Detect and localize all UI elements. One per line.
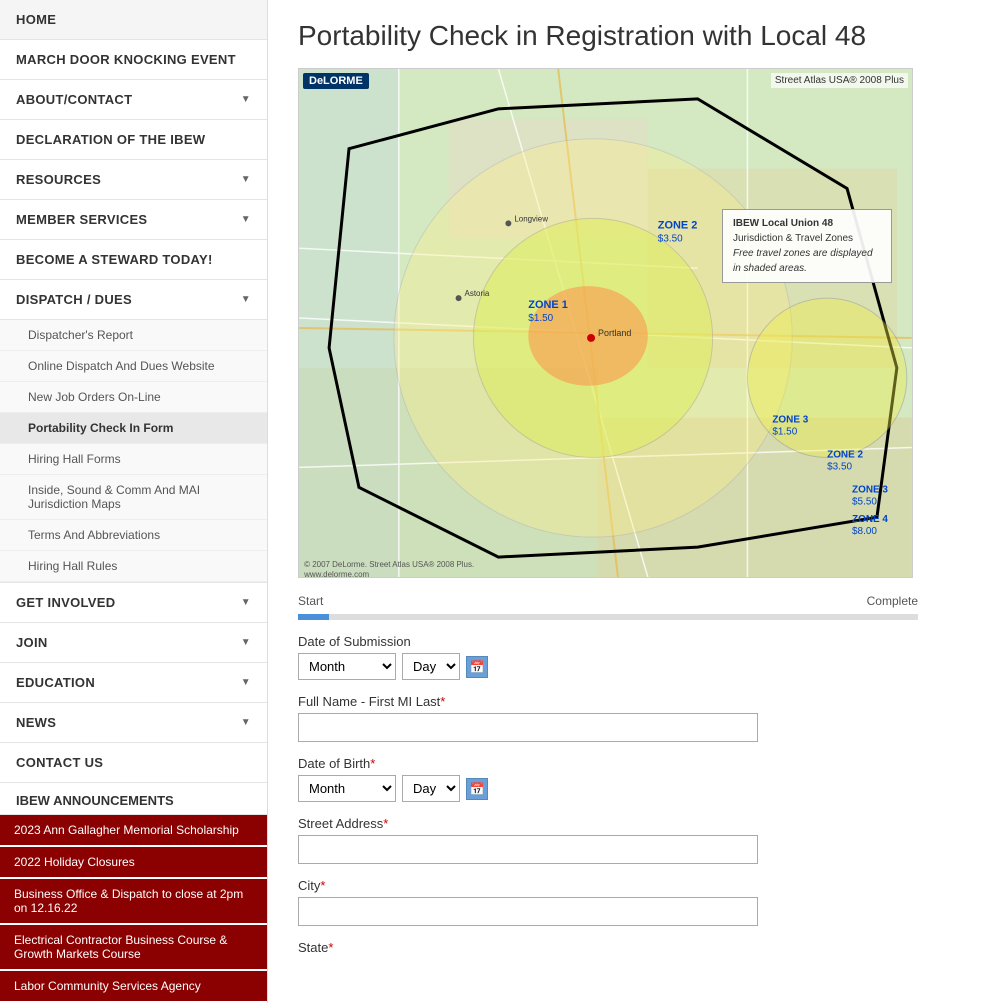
street-address-input[interactable] <box>298 835 758 864</box>
state-label: State* <box>298 940 918 955</box>
map-container: ZONE 2 $3.50 ZONE 1 $1.50 ZONE 3 $1.50 Z… <box>298 68 913 578</box>
svg-text:ZONE 2: ZONE 2 <box>827 449 863 460</box>
svg-text:$5.50: $5.50 <box>852 496 877 507</box>
sidebar-sub-dispatchers-report[interactable]: Dispatcher's Report <box>0 320 267 351</box>
progress-track <box>298 614 918 620</box>
svg-text:Portland: Portland <box>598 328 631 338</box>
sidebar-item-declaration[interactable]: DECLARATION OF THE IBEW <box>0 120 267 160</box>
sidebar-item-education[interactable]: EDUCATION ▼ <box>0 663 267 703</box>
page-title: Portability Check in Registration with L… <box>298 20 964 52</box>
sidebar-item-dispatch[interactable]: DISPATCH / DUES ▼ <box>0 280 267 320</box>
sidebar-sub-portability-check[interactable]: Portability Check In Form <box>0 413 267 444</box>
progress-end-label: Complete <box>867 594 918 608</box>
full-name-field: Full Name - First MI Last* <box>298 694 918 742</box>
ibew-announcements-heading: IBEW ANNOUNCEMENTS <box>0 783 267 815</box>
submission-day-select[interactable]: Day1234567891011121314151617181920212223… <box>402 653 460 680</box>
dob-label: Date of Birth* <box>298 756 918 771</box>
submission-calendar-icon[interactable]: 📅 <box>466 656 488 678</box>
svg-text:$1.50: $1.50 <box>772 427 797 438</box>
date-of-submission-row: MonthJanuaryFebruaryMarchAprilMayJuneJul… <box>298 653 918 680</box>
announcement-item-4[interactable]: Electrical Contractor Business Course & … <box>0 925 267 969</box>
info-box-line2: Jurisdiction & Travel Zones <box>733 233 853 244</box>
sidebar-item-member-services[interactable]: MEMBER SERVICES ▼ <box>0 200 267 240</box>
chevron-icon: ▼ <box>241 637 251 648</box>
dob-day-select[interactable]: Day1234567891011121314151617181920212223… <box>402 775 460 802</box>
svg-text:Astoria: Astoria <box>465 289 490 298</box>
sidebar-item-home[interactable]: HOME <box>0 0 267 40</box>
sidebar-sub-hiring-hall-forms[interactable]: Hiring Hall Forms <box>0 444 267 475</box>
sidebar-sub-new-job-orders[interactable]: New Job Orders On-Line <box>0 382 267 413</box>
progress-start-label: Start <box>298 594 323 608</box>
progress-fill <box>298 614 329 620</box>
chevron-icon: ▼ <box>241 94 251 105</box>
map-info-box: IBEW Local Union 48 Jurisdiction & Trave… <box>722 209 892 283</box>
sidebar-sub-hiring-hall-rules[interactable]: Hiring Hall Rules <box>0 551 267 582</box>
date-of-submission-label: Date of Submission <box>298 634 918 649</box>
announcement-item-1[interactable]: 2023 Ann Gallagher Memorial Scholarship <box>0 815 267 845</box>
city-input[interactable] <box>298 897 758 926</box>
info-box-line1: IBEW Local Union 48 <box>733 218 833 229</box>
city-label: City* <box>298 878 918 893</box>
dob-month-select[interactable]: MonthJanuaryFebruaryMarchAprilMayJuneJul… <box>298 775 396 802</box>
svg-text:$3.50: $3.50 <box>827 461 852 472</box>
svg-text:ZONE 3: ZONE 3 <box>772 415 808 426</box>
sidebar-item-join[interactable]: JOIN ▼ <box>0 623 267 663</box>
sidebar-item-get-involved[interactable]: GET INVOLVED ▼ <box>0 583 267 623</box>
main-content: Portability Check in Registration with L… <box>268 0 994 1003</box>
svg-text:ZONE 4: ZONE 4 <box>852 514 888 525</box>
announcement-item-2[interactable]: 2022 Holiday Closures <box>0 847 267 877</box>
svg-text:ZONE 2: ZONE 2 <box>658 219 698 231</box>
svg-text:$8.00: $8.00 <box>852 526 877 537</box>
chevron-icon: ▼ <box>241 677 251 688</box>
dob-calendar-icon[interactable]: 📅 <box>466 778 488 800</box>
announcement-item-5[interactable]: Labor Community Services Agency <box>0 971 267 1001</box>
sidebar-item-about[interactable]: ABOUT/CONTACT ▼ <box>0 80 267 120</box>
svg-text:ZONE 1: ZONE 1 <box>528 299 568 311</box>
progress-row: Start Complete <box>298 594 918 608</box>
full-name-input[interactable] <box>298 713 758 742</box>
street-address-field: Street Address* <box>298 816 918 864</box>
date-of-submission-field: Date of Submission MonthJanuaryFebruaryM… <box>298 634 918 680</box>
sidebar-item-steward[interactable]: BECOME A STEWARD TODAY! <box>0 240 267 280</box>
sidebar-sub-terms-abbrev[interactable]: Terms And Abbreviations <box>0 520 267 551</box>
sidebar-item-news[interactable]: NEWS ▼ <box>0 703 267 743</box>
chevron-icon: ▼ <box>241 174 251 185</box>
submission-month-select[interactable]: MonthJanuaryFebruaryMarchAprilMayJuneJul… <box>298 653 396 680</box>
dob-field: Date of Birth* MonthJanuaryFebruaryMarch… <box>298 756 918 802</box>
full-name-label: Full Name - First MI Last* <box>298 694 918 709</box>
svg-text:ZONE 3: ZONE 3 <box>852 484 888 495</box>
svg-text:Longview: Longview <box>514 214 548 223</box>
dispatch-submenu: Dispatcher's Report Online Dispatch And … <box>0 320 267 583</box>
svg-text:$1.50: $1.50 <box>528 313 553 324</box>
sidebar-item-march-door[interactable]: MARCH DOOR KNOCKING EVENT <box>0 40 267 80</box>
svg-text:© 2007 DeLorme. Street Atlas U: © 2007 DeLorme. Street Atlas USA® 2008 P… <box>304 560 474 569</box>
form-area: Start Complete Date of Submission MonthJ… <box>298 594 918 955</box>
svg-text:$3.50: $3.50 <box>658 233 683 244</box>
sidebar: HOME MARCH DOOR KNOCKING EVENT ABOUT/CON… <box>0 0 268 1003</box>
map-brand-label: DeLORME <box>303 73 369 89</box>
chevron-icon: ▼ <box>241 597 251 608</box>
sidebar-item-contact-us[interactable]: CONTACT US <box>0 743 267 783</box>
chevron-icon: ▼ <box>241 214 251 225</box>
street-address-label: Street Address* <box>298 816 918 831</box>
svg-text:www.delorme.com: www.delorme.com <box>303 570 369 577</box>
city-field: City* <box>298 878 918 926</box>
chevron-icon: ▼ <box>241 294 251 305</box>
map-top-right-label: Street Atlas USA® 2008 Plus <box>771 73 908 88</box>
info-box-line3: Free travel zones are displayed in shade… <box>733 248 873 274</box>
chevron-icon: ▼ <box>241 717 251 728</box>
dob-row: MonthJanuaryFebruaryMarchAprilMayJuneJul… <box>298 775 918 802</box>
sidebar-item-resources[interactable]: RESOURCES ▼ <box>0 160 267 200</box>
sidebar-sub-inside-sound[interactable]: Inside, Sound & Comm And MAI Jurisdictio… <box>0 475 267 520</box>
state-field: State* <box>298 940 918 955</box>
sidebar-sub-online-dispatch[interactable]: Online Dispatch And Dues Website <box>0 351 267 382</box>
announcement-item-3[interactable]: Business Office & Dispatch to close at 2… <box>0 879 267 923</box>
